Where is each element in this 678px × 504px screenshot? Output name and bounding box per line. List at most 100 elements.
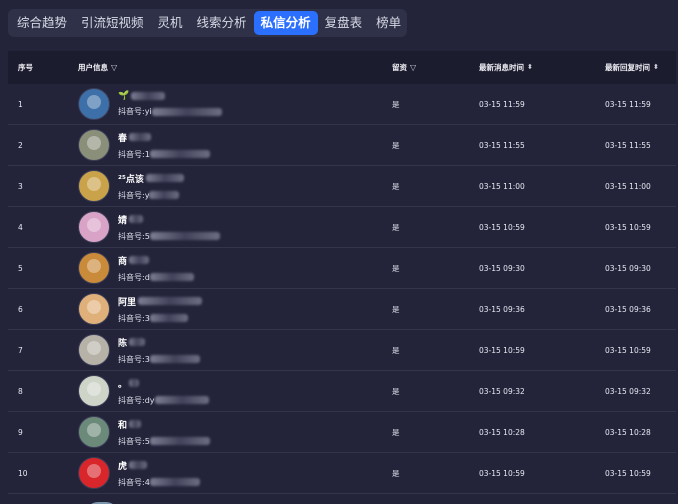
sort-icon[interactable]: ⬍: [527, 64, 533, 71]
avatar[interactable]: [78, 211, 110, 243]
retained-value: 是: [392, 222, 400, 232]
douyin-id: 抖音号: 3: [118, 313, 202, 324]
latest-reply-time: 03-15 11:55: [605, 140, 651, 150]
header-retained[interactable]: 留资 ▽: [392, 62, 479, 73]
redacted-name: [131, 92, 166, 100]
user-cell[interactable]: 春 抖音号: 1: [78, 129, 392, 161]
user-cell[interactable]: 商 抖音号: d: [78, 252, 392, 284]
user-name: 婧: [118, 213, 220, 226]
latest-msg-time: 03-15 10:59: [479, 468, 525, 478]
user-name: 虎: [118, 459, 200, 472]
table-row[interactable]: 9 和 抖音号: 5 是 03-15 10:28 03-15 10:28: [8, 412, 676, 453]
table-row[interactable]: 7 陈 抖音号: 3 是 03-15 10:59 03-15 10:59: [8, 330, 676, 371]
tab-traffic-short-video[interactable]: 引流短视频: [74, 11, 151, 35]
redacted-name: [129, 461, 148, 469]
redacted-name: [129, 133, 152, 141]
user-name: 阿里: [118, 295, 203, 308]
douyin-id: 抖音号: 5: [118, 231, 220, 242]
redacted-id: [154, 396, 209, 404]
user-name: 陈: [118, 336, 200, 349]
sort-icon[interactable]: ⬍: [653, 64, 659, 71]
redacted-name: [129, 420, 142, 428]
tab-lingji[interactable]: 灵机: [151, 11, 190, 35]
avatar[interactable]: [78, 375, 110, 407]
retained-value: 是: [392, 427, 400, 437]
user-cell[interactable]: 阿里 抖音号: 3: [78, 293, 392, 325]
douyin-id: 抖音号: y: [118, 190, 184, 201]
user-cell[interactable]: 婧 抖音号: 5: [78, 211, 392, 243]
tab-comprehensive-trend[interactable]: 综合趋势: [10, 11, 74, 35]
header-user-info[interactable]: 用户信息 ▽: [78, 62, 392, 73]
latest-reply-time: 03-15 11:59: [605, 99, 651, 109]
redacted-id: [149, 150, 210, 158]
tab-review-sheet[interactable]: 复盘表: [318, 11, 370, 35]
avatar[interactable]: [78, 457, 110, 489]
table-header: 序号 用户信息 ▽ 留资 ▽ 最新消息时间 ⬍ 最新回复时间 ⬍: [8, 51, 676, 84]
avatar[interactable]: [78, 293, 110, 325]
douyin-id: 抖音号: 4: [118, 477, 200, 488]
user-cell[interactable]: ²⁵点该 抖音号: y: [78, 170, 392, 202]
user-name: 🌱: [118, 91, 222, 101]
header-latest-msg-time[interactable]: 最新消息时间 ⬍: [479, 62, 605, 73]
redacted-name: [129, 338, 146, 346]
filter-icon[interactable]: ▽: [410, 63, 416, 72]
latest-msg-time: 03-15 09:30: [479, 263, 525, 273]
user-cell[interactable]: 虎 抖音号: 4: [78, 457, 392, 489]
user-cell[interactable]: 。 抖音号: dy: [78, 375, 392, 407]
user-cell[interactable]: 和 抖音号: 5: [78, 416, 392, 448]
tab-bar: 综合趋势 引流短视频 灵机 线索分析 私信分析 复盘表 榜单: [8, 9, 407, 37]
douyin-id: 抖音号: 3: [118, 354, 200, 365]
tab-leaderboard[interactable]: 榜单: [369, 11, 408, 35]
retained-value: 是: [392, 263, 400, 273]
tab-lead-analysis[interactable]: 线索分析: [190, 11, 254, 35]
row-index: 6: [18, 304, 23, 314]
douyin-id: 抖音号: d: [118, 272, 194, 283]
avatar[interactable]: [78, 416, 110, 448]
retained-value: 是: [392, 468, 400, 478]
redacted-id: [149, 355, 200, 363]
latest-reply-time: 03-15 09:30: [605, 263, 651, 273]
user-cell[interactable]: 陈 抖音号: 3: [78, 334, 392, 366]
table-row[interactable]: 6 阿里 抖音号: 3 是 03-15 09:36 03-15 09:36: [8, 289, 676, 330]
table-row[interactable]: 3 ²⁵点该 抖音号: y 是 03-15 11:00 03-15 11:00: [8, 166, 676, 207]
redacted-id: [149, 314, 188, 322]
retained-value: 是: [392, 304, 400, 314]
user-cell[interactable]: 🌱 抖音号: yi: [78, 88, 392, 120]
header-latest-reply-time[interactable]: 最新回复时间 ⬍: [605, 62, 676, 73]
header-index: 序号: [18, 63, 33, 72]
avatar[interactable]: [78, 88, 110, 120]
table-row[interactable]: 1 🌱 抖音号: yi 是 03-15 11:59 03-15 11:59: [8, 84, 676, 125]
avatar[interactable]: [78, 170, 110, 202]
redacted-name: [129, 215, 144, 223]
redacted-id: [151, 107, 222, 116]
table-row[interactable]: 10 虎 抖音号: 4 是 03-15 10:59 03-15 10:59: [8, 453, 676, 494]
table-row-partial: [8, 494, 676, 504]
user-name: 春: [118, 131, 210, 144]
redacted-name: [129, 256, 150, 264]
table-row[interactable]: 2 春 抖音号: 1 是 03-15 11:55 03-15 11:55: [8, 125, 676, 166]
dm-table: 序号 用户信息 ▽ 留资 ▽ 最新消息时间 ⬍ 最新回复时间 ⬍ 1 🌱 抖音号…: [8, 51, 676, 504]
latest-msg-time: 03-15 10:59: [479, 345, 525, 355]
table-row[interactable]: 8 。 抖音号: dy 是 03-15 09:32 03-15 09:32: [8, 371, 676, 412]
tab-dm-analysis[interactable]: 私信分析: [253, 11, 318, 35]
table-row[interactable]: 5 商 抖音号: d 是 03-15 09:30 03-15 09:30: [8, 248, 676, 289]
avatar[interactable]: [78, 252, 110, 284]
redacted-id: [149, 273, 194, 281]
redacted-id: [149, 191, 180, 199]
retained-value: 是: [392, 386, 400, 396]
douyin-id: 抖音号: 1: [118, 149, 210, 160]
latest-msg-time: 03-15 09:32: [479, 386, 525, 396]
user-name: 。: [118, 377, 209, 390]
douyin-id: 抖音号: 5: [118, 436, 210, 447]
avatar[interactable]: [78, 334, 110, 366]
redacted-id: [149, 232, 220, 240]
latest-msg-time: 03-15 10:59: [479, 222, 525, 232]
table-row[interactable]: 4 婧 抖音号: 5 是 03-15 10:59 03-15 10:59: [8, 207, 676, 248]
latest-reply-time: 03-15 10:59: [605, 345, 651, 355]
latest-reply-time: 03-15 10:59: [605, 468, 651, 478]
user-name: 商: [118, 254, 194, 267]
avatar[interactable]: [78, 129, 110, 161]
latest-msg-time: 03-15 11:55: [479, 140, 525, 150]
filter-icon[interactable]: ▽: [111, 63, 117, 72]
row-index: 1: [18, 99, 23, 109]
